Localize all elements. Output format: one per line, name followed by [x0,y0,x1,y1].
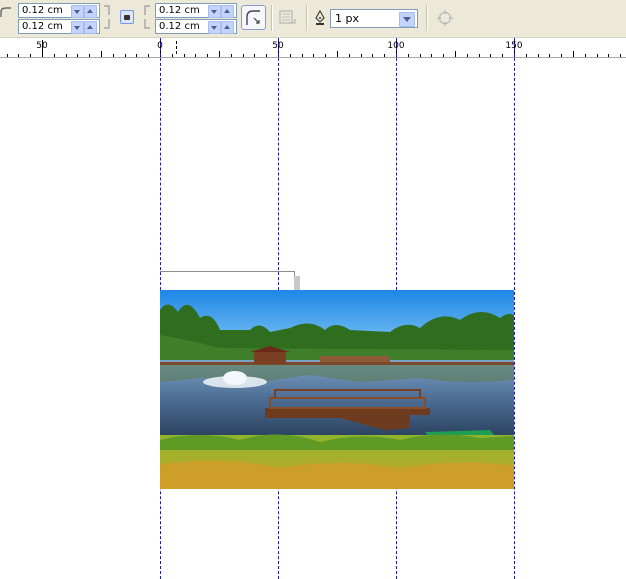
ruler-tick [66,54,67,57]
spin-up-icon[interactable] [221,21,234,34]
toolbar-separator [426,5,428,31]
ruler-tick [502,54,503,57]
corner-radius-bottom-right-value: 0.12 cm [159,21,200,32]
property-bar: 0.12 cm 0.12 cm 0.12 cm 0.12 cm 1 px [0,0,626,38]
toolbar-separator [306,5,308,31]
corner-radius-top-left-value: 0.12 cm [22,5,63,16]
ruler-tick [125,54,126,57]
ruler-tick [608,54,609,57]
ruler-tick [113,54,114,57]
corner-icon [0,7,11,17]
page-shadow [294,276,300,290]
outline-pen-icon [315,10,325,25]
unit-dropdown-icon[interactable] [208,5,221,18]
ruler-tick [54,54,55,57]
ruler-tick [479,54,480,57]
horizontal-ruler[interactable]: 50 0 50 100 150 [0,38,626,58]
ruler-tick [585,54,586,57]
ruler-tick [467,54,468,57]
ruler-tick [18,54,19,57]
spin-up-icon[interactable] [84,21,97,34]
ruler-tick [302,54,303,57]
corner-radius-top-right-value: 0.12 cm [159,5,200,16]
ruler-tick [349,54,350,57]
ruler-tick [384,54,385,57]
ruler-tick [136,54,137,57]
toolbar-separator [271,5,273,31]
unit-dropdown-icon[interactable] [71,5,84,18]
ruler-tick [431,54,432,57]
ruler-tick [337,51,338,57]
corner-radius-top-left-field[interactable]: 0.12 cm [18,3,100,18]
spin-up-icon[interactable] [221,5,234,18]
ruler-tick [408,54,409,57]
vertical-guideline[interactable] [514,38,515,579]
ruler-tick [573,51,574,57]
lock-ratio-icon[interactable] [120,10,134,24]
corner-radius-bottom-left-field[interactable]: 0.12 cm [18,19,100,34]
link-bracket-icon [104,5,110,29]
ruler-tick [372,54,373,57]
ruler-tick [443,54,444,57]
ruler-tick [195,54,196,57]
corner-radius-bottom-right-field[interactable]: 0.12 cm [155,19,237,34]
round-corner-icon [246,10,260,25]
ruler-tick [101,51,102,57]
ruler-tick [89,54,90,57]
unit-dropdown-icon[interactable] [208,21,221,34]
ruler-tick [231,54,232,57]
ruler-tick [172,54,173,57]
ruler-tick [207,54,208,57]
ruler-tick [526,54,527,57]
crosshair-icon [437,10,453,26]
ruler-tick [490,54,491,57]
ruler-tick [254,54,255,57]
ruler-tick [184,54,185,57]
corner-radius-top-right-field[interactable]: 0.12 cm [155,3,237,18]
ruler-tick [549,54,550,57]
lake-pavilion-photo[interactable] [160,290,514,489]
unit-dropdown-icon[interactable] [71,21,84,34]
ruler-tick [561,54,562,57]
spin-up-icon[interactable] [84,5,97,18]
wrap-text-icon [279,10,296,24]
page-border [160,271,295,291]
ruler-tick [219,51,220,57]
ruler-tick [243,54,244,57]
ruler-tick [325,54,326,57]
ruler-tick [148,54,149,57]
ruler-tick [361,54,362,57]
ruler-tick [7,54,8,57]
ruler-tick [77,54,78,57]
chevron-down-icon[interactable] [399,12,415,27]
ruler-tick [290,54,291,57]
cursor-position-marker [176,41,177,54]
ruler-tick [313,54,314,57]
corner-radius-bottom-left-value: 0.12 cm [22,21,63,32]
link-bracket-icon [144,5,150,29]
round-corner-button[interactable] [241,5,266,30]
outline-width-value: 1 px [335,12,359,25]
ruler-tick [538,54,539,57]
ruler-tick [266,54,267,57]
ruler-tick [420,54,421,57]
ruler-tick [30,54,31,57]
ruler-tick [620,54,621,57]
outline-width-select[interactable]: 1 px [330,9,418,28]
ruler-tick [597,54,598,57]
ruler-tick [42,40,43,57]
ruler-tick [455,51,456,57]
